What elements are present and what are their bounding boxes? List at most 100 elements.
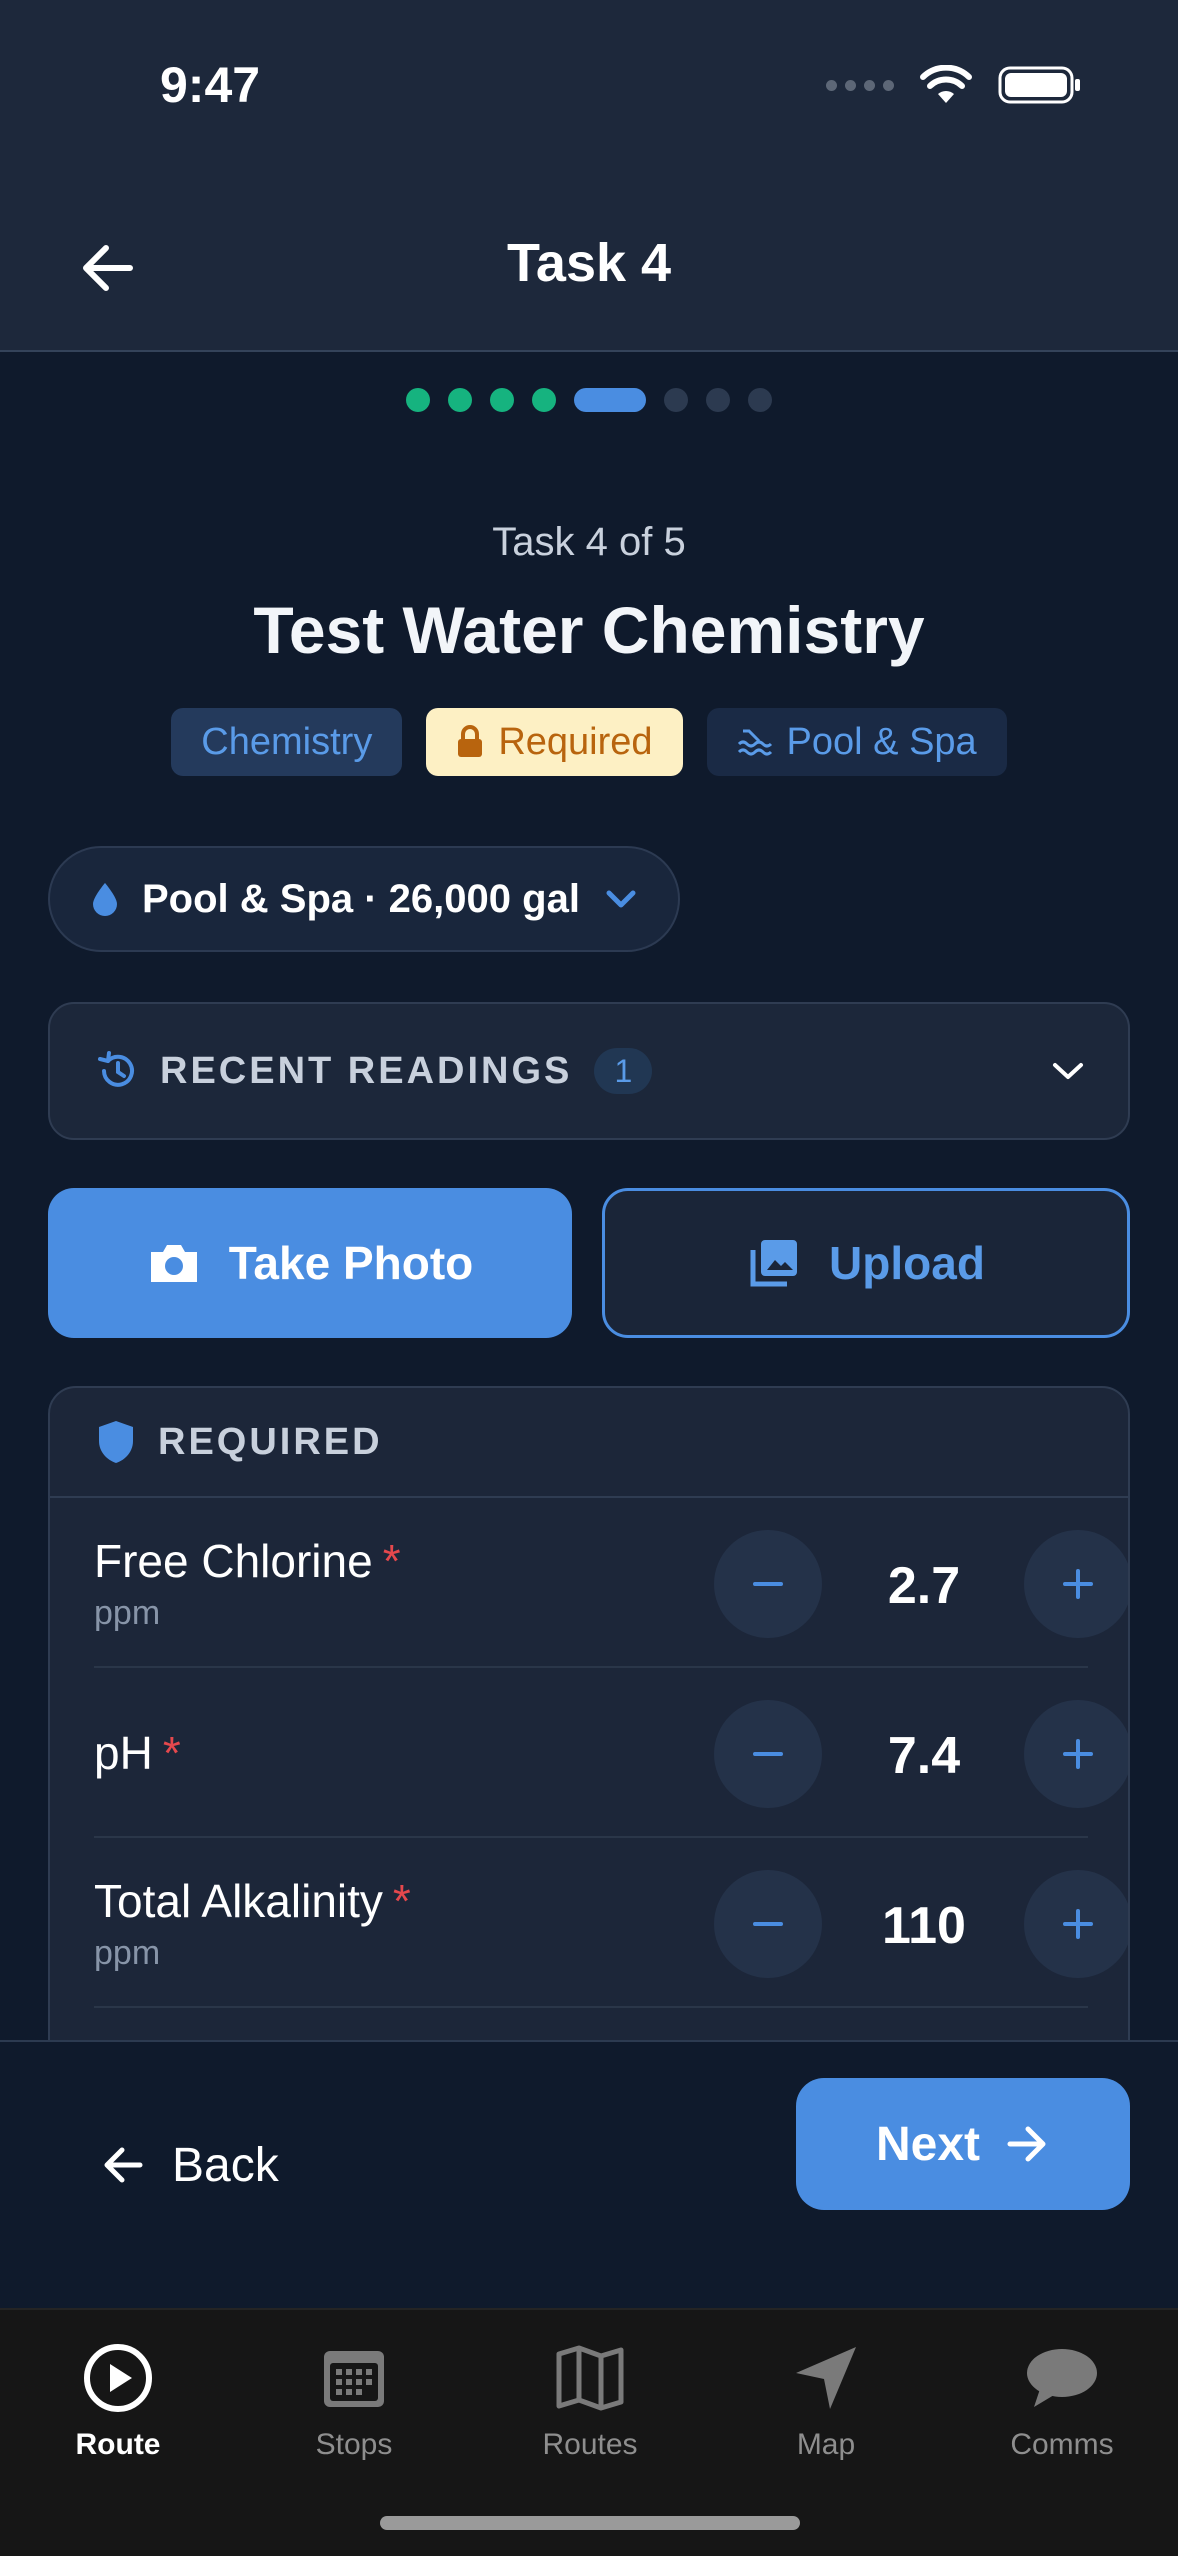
plus-icon xyxy=(1063,1909,1093,1939)
back-button[interactable]: Back xyxy=(100,2120,279,2210)
chat-bubble-icon xyxy=(1027,2349,1097,2407)
step-progress xyxy=(0,388,1178,412)
required-section-label: REQUIRED xyxy=(158,1420,383,1463)
tab-icon-wrap xyxy=(944,2330,1178,2426)
recent-readings-toggle[interactable]: RECENT READINGS 1 xyxy=(48,1002,1130,1140)
reading-value[interactable]: 2.7 xyxy=(824,1556,1024,1616)
tab-map[interactable]: Map xyxy=(708,2330,944,2462)
take-photo-label: Take Photo xyxy=(228,1237,474,1289)
page-title: Task 4 xyxy=(506,233,672,293)
plus-icon xyxy=(1063,1569,1093,1599)
badge-pool-spa: Pool & Spa xyxy=(706,708,1007,776)
minus-icon xyxy=(753,1582,783,1586)
upload-label: Upload xyxy=(829,1237,985,1289)
reading-name-text: Free Chlorine xyxy=(94,1535,373,1587)
increment-button[interactable] xyxy=(1024,1530,1128,1638)
upload-button[interactable]: Upload xyxy=(602,1188,1130,1338)
take-photo-button[interactable]: Take Photo xyxy=(48,1188,572,1338)
progress-dot-pending xyxy=(706,388,730,412)
plus-icon xyxy=(1063,1739,1093,1769)
header: 9:47 Task 4 xyxy=(0,0,1178,352)
history-icon xyxy=(98,1051,134,1087)
tab-icon-wrap xyxy=(708,2330,944,2426)
tab-comms[interactable]: Comms xyxy=(944,2330,1178,2462)
home-indicator xyxy=(380,2516,800,2530)
tab-icon-wrap xyxy=(472,2330,708,2426)
recent-readings-label: RECENT READINGS xyxy=(160,1049,573,1092)
progress-dot-complete xyxy=(448,388,472,412)
tab-icon-wrap xyxy=(236,2330,472,2426)
reading-unit: ppm xyxy=(94,1934,161,1972)
decrement-button[interactable] xyxy=(714,1700,822,1808)
badge-label: Pool & Spa xyxy=(786,720,977,763)
required-marker: * xyxy=(382,1535,401,1587)
reading-value[interactable]: 7.4 xyxy=(824,1726,1024,1786)
reading-name: Free Chlorine * xyxy=(94,1534,401,1588)
tab-label: Routes xyxy=(542,2428,638,2461)
step-navigation-bar: Back Next xyxy=(0,2040,1178,2308)
pool-selector-dropdown[interactable]: Pool & Spa · 26,000 gal xyxy=(48,846,680,952)
required-marker: * xyxy=(392,1875,411,1927)
water-drop-icon xyxy=(93,883,117,916)
badge-required: Required xyxy=(426,708,683,776)
progress-dot-complete xyxy=(406,388,430,412)
tab-label: Map xyxy=(796,2428,856,2461)
tab-label: Stops xyxy=(315,2428,393,2461)
reading-name-text: Total Alkalinity xyxy=(94,1875,383,1927)
progress-dot-pending xyxy=(748,388,772,412)
arrow-right-icon xyxy=(1007,2126,1046,2162)
increment-button[interactable] xyxy=(1024,1870,1128,1978)
chevron-down-icon xyxy=(1053,1063,1083,1079)
next-button[interactable]: Next xyxy=(796,2078,1130,2210)
increment-button[interactable] xyxy=(1024,1700,1128,1808)
progress-dot-pending xyxy=(664,388,688,412)
tab-route[interactable]: Route xyxy=(0,2330,236,2462)
reading-name: Total Alkalinity * xyxy=(94,1874,411,1928)
reading-row-total-alkalinity: Total Alkalinity * ppm 110 xyxy=(94,1840,1128,2008)
tab-routes[interactable]: Routes xyxy=(472,2330,708,2462)
reading-value[interactable]: 110 xyxy=(824,1896,1024,1956)
map-fold-icon xyxy=(556,2345,624,2411)
badge-label: Chemistry xyxy=(201,720,373,763)
required-readings-card: REQUIRED Free Chlorine * ppm 2.7 pH * 7.4 … xyxy=(48,1386,1130,2086)
task-title: Test Water Chemistry xyxy=(253,593,925,667)
navigation-arrow-icon xyxy=(796,2347,856,2409)
decrement-button[interactable] xyxy=(714,1870,822,1978)
reading-name: pH * xyxy=(94,1726,181,1780)
reading-name-text: pH xyxy=(94,1727,153,1779)
battery-icon xyxy=(998,66,1080,104)
progress-dot-current xyxy=(574,388,646,412)
minus-icon xyxy=(753,1922,783,1926)
tab-stops[interactable]: Stops xyxy=(236,2330,472,2462)
badge-label: Required xyxy=(498,720,653,763)
status-icons xyxy=(826,60,1082,110)
calendar-icon xyxy=(324,2351,384,2407)
next-label: Next xyxy=(875,2117,981,2171)
back-label: Back xyxy=(172,2138,279,2192)
progress-dot-complete xyxy=(532,388,556,412)
cellular-signal-icon xyxy=(826,79,894,91)
arrow-left-icon xyxy=(104,2147,143,2183)
required-section-header: REQUIRED xyxy=(50,1388,1128,1498)
tab-label: Route xyxy=(75,2428,161,2461)
badge-chemistry: Chemistry xyxy=(171,708,403,776)
reading-row-free-chlorine: Free Chlorine * ppm 2.7 xyxy=(94,1500,1128,1668)
wifi-icon xyxy=(920,65,972,103)
lock-icon xyxy=(458,725,483,757)
reading-unit: ppm xyxy=(94,1594,161,1632)
task-badges: Chemistry Required Pool & Spa xyxy=(0,708,1178,776)
camera-icon xyxy=(150,1245,197,1282)
chevron-down-icon xyxy=(606,890,636,908)
progress-dot-complete xyxy=(490,388,514,412)
tab-icon-wrap xyxy=(0,2330,236,2426)
pool-selector-label: Pool & Spa · 26,000 gal xyxy=(142,876,580,921)
reading-row-ph: pH * 7.4 xyxy=(94,1670,1128,1838)
photo-library-icon xyxy=(750,1240,798,1287)
task-counter: Task 4 of 5 xyxy=(492,520,686,564)
shield-icon xyxy=(99,1421,133,1463)
pool-icon xyxy=(737,729,772,756)
decrement-button[interactable] xyxy=(714,1530,822,1638)
status-time: 9:47 xyxy=(160,57,261,113)
play-circle-icon xyxy=(84,2344,152,2412)
recent-readings-count: 1 xyxy=(594,1048,653,1094)
